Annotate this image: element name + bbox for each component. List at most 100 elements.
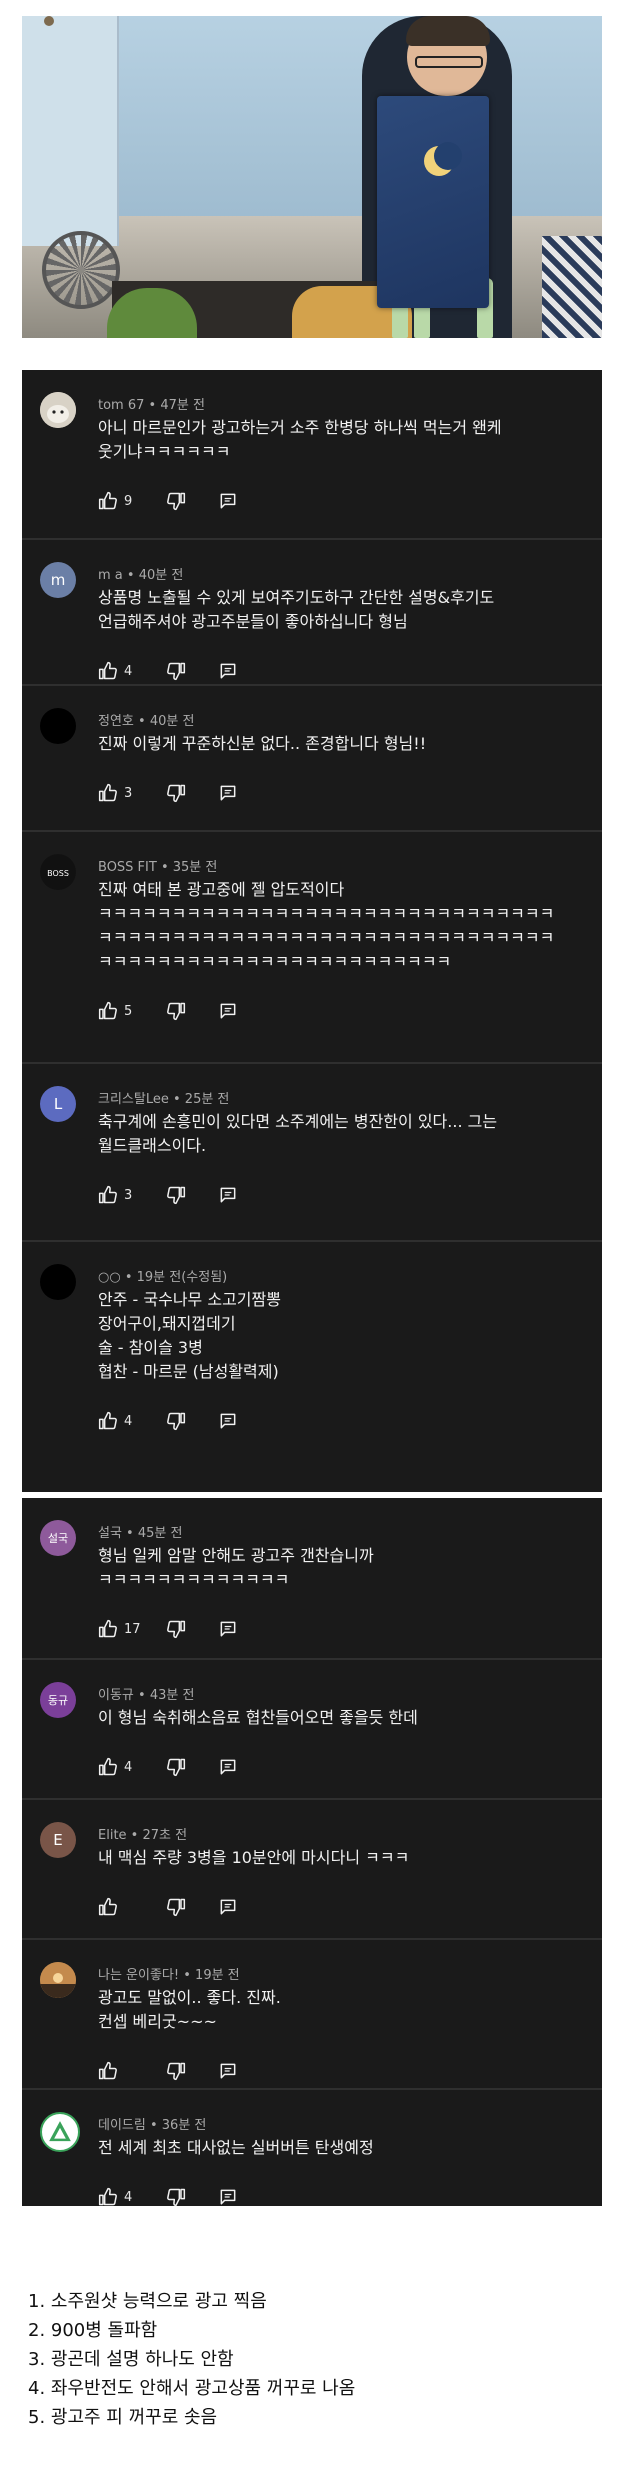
thumbs-up-icon[interactable] — [98, 2187, 118, 2207]
reply-icon[interactable] — [218, 1411, 238, 1431]
reply-icon[interactable] — [218, 783, 238, 803]
reply-icon[interactable] — [218, 1001, 238, 1021]
comment-actions — [98, 2060, 238, 2082]
comment-item: ○○ • 19분 전(수정됨) 안주 - 국수나무 소고기짬뽕 장어구이,돼지껍데… — [22, 1240, 602, 1494]
comment-author[interactable]: ○○ — [98, 1270, 121, 1285]
meta-separator: • — [144, 398, 161, 413]
reply-icon[interactable] — [218, 661, 238, 681]
thumbs-up-icon[interactable] — [98, 783, 118, 803]
notes-list: 1. 소주원샷 능력으로 광고 찍음 2. 900병 돌파함 3. 광곤데 설명… — [28, 2287, 355, 2432]
note-item: 5. 광고주 피 꺼꾸로 솟음 — [28, 2407, 218, 2428]
avatar[interactable]: BOSS — [40, 854, 76, 890]
comment-text: 이 형님 숙취해소음료 협찬들어오면 좋을듯 한데 — [98, 1708, 418, 1727]
reply-icon[interactable] — [218, 1897, 238, 1917]
dog-avatar-icon — [40, 392, 76, 428]
comment-actions: 3 — [98, 1184, 238, 1206]
thumbs-down-icon[interactable] — [166, 1757, 186, 1777]
avatar[interactable] — [40, 1962, 76, 1998]
thumbs-up-icon[interactable] — [98, 2061, 118, 2081]
comment-author[interactable]: 이동규 — [98, 1688, 134, 1703]
reply-icon[interactable] — [218, 2187, 238, 2207]
thumbs-up-icon[interactable] — [98, 1411, 118, 1431]
meta-separator: • — [133, 714, 150, 729]
meta-separator: • — [133, 1688, 150, 1703]
comment-actions: 5 — [98, 1000, 238, 1022]
thumbs-down-icon[interactable] — [166, 1619, 186, 1639]
comment-item: E Elite • 27초 전내 맥심 주량 3병을 10분안에 마시다니 ㅋㅋㅋ — [22, 1798, 602, 1940]
thumbs-down-icon[interactable] — [166, 2187, 186, 2207]
svg-text:BOSS: BOSS — [47, 869, 69, 878]
comment-meta: 크리스탈Lee • 25분 전 — [98, 1088, 229, 1107]
comment-meta: BOSS FIT • 35분 전 — [98, 856, 217, 875]
like-count: 4 — [124, 2189, 133, 2205]
thumbs-up-icon[interactable] — [98, 1619, 118, 1639]
thumbs-down-icon[interactable] — [166, 1001, 186, 1021]
thumbs-down-icon[interactable] — [166, 1185, 186, 1205]
comment-item: 정연호 • 40분 전 진짜 이렇게 꾸준하신분 없다.. 존경합니다 형님!! 3 — [22, 684, 602, 832]
avatar[interactable]: m — [40, 562, 76, 598]
comment-text: 형님 일케 암말 안해도 광고주 갠찬습니까 ㅋㅋㅋㅋㅋㅋㅋㅋㅋㅋㅋㅋㅋ — [98, 1546, 374, 1589]
meta-separator: • — [145, 2118, 162, 2133]
comment-time: 43분 전 — [149, 1688, 195, 1703]
thumbs-up-icon[interactable] — [98, 1757, 118, 1777]
thumbs-down-icon[interactable] — [166, 783, 186, 803]
thumbs-down-icon[interactable] — [166, 491, 186, 511]
reply-icon[interactable] — [218, 491, 238, 511]
avatar[interactable] — [40, 1264, 76, 1300]
note-item: 4. 좌우반전도 안해서 광고상품 꺼꾸로 나옴 — [28, 2378, 356, 2399]
comment-author[interactable]: BOSS FIT — [98, 860, 157, 875]
reply-icon[interactable] — [218, 1619, 238, 1639]
mat — [542, 236, 602, 338]
avatar[interactable]: 설국 — [40, 1520, 76, 1556]
avatar[interactable]: L — [40, 1086, 76, 1122]
reply-icon[interactable] — [218, 1757, 238, 1777]
meta-separator: • — [120, 1270, 137, 1285]
comment-item: tom 67 • 47분 전아니 마르문인가 광고하는거 소주 한병당 하나씩 … — [22, 370, 602, 538]
comment-time: 27초 전 — [142, 1828, 188, 1843]
avatar[interactable]: 동규 — [40, 1682, 76, 1718]
thumbs-down-icon[interactable] — [166, 1897, 186, 1917]
comment-author[interactable]: 정연호 — [98, 714, 134, 729]
bossfit-logo-icon: BOSS — [40, 854, 76, 890]
avatar[interactable]: E — [40, 1822, 76, 1858]
meta-separator: • — [179, 1968, 196, 1983]
thumbs-down-icon[interactable] — [166, 1411, 186, 1431]
note-item: 3. 광곤데 설명 하나도 안함 — [28, 2349, 234, 2370]
comment-item: 설국 설국 • 45분 전 형님 일케 암말 안해도 광고주 갠찬습니까 ㅋㅋㅋㅋㅋ… — [22, 1498, 602, 1658]
comment-item: 나는 운이좋다! • 19분 전 광고도 말없이.. 좋다. 진짜. 컨셉 베리굿… — [22, 1938, 602, 2090]
thumbs-up-icon[interactable] — [98, 491, 118, 511]
comment-author[interactable]: tom 67 — [98, 398, 144, 413]
thumbs-up-icon[interactable] — [98, 1897, 118, 1917]
comment-author[interactable]: 나는 운이좋다! — [98, 1968, 179, 1983]
like-count: 4 — [124, 663, 133, 679]
like-count: 5 — [124, 1003, 133, 1019]
comment-actions: 4 — [98, 1410, 238, 1432]
thumbs-up-icon[interactable] — [98, 661, 118, 681]
reply-icon[interactable] — [218, 1185, 238, 1205]
thumbs-up-icon[interactable] — [98, 1185, 118, 1205]
comment-author[interactable]: 설국 — [98, 1526, 122, 1541]
comment-text: 아니 마르문인가 광고하는거 소주 한병당 하나씩 먹는거 왠케 웃기냐ㅋㅋㅋㅋ… — [98, 418, 502, 461]
video-thumbnail — [22, 16, 602, 338]
comment-actions: 3 — [98, 782, 238, 804]
avatar[interactable] — [40, 392, 76, 428]
meta-separator: • — [168, 1092, 185, 1107]
avatar[interactable] — [40, 2112, 80, 2152]
comment-author[interactable]: 데이드림 — [98, 2118, 146, 2133]
comment-author[interactable]: 크리스탈Lee — [98, 1092, 169, 1107]
thumbs-down-icon[interactable] — [166, 2061, 186, 2081]
comment-text: 안주 - 국수나무 소고기짬뽕 장어구이,돼지껍데기 술 - 참이슬 3병 협찬… — [98, 1290, 281, 1381]
avatar[interactable] — [40, 708, 76, 744]
comment-author[interactable]: m a — [98, 568, 123, 583]
comment-text: 상품명 노출될 수 있게 보여주기도하구 간단한 설명&후기도 언급해주셔야 광… — [98, 588, 495, 631]
avatar-initials: 설국 — [47, 1532, 69, 1545]
reply-icon[interactable] — [218, 2061, 238, 2081]
thumbs-up-icon[interactable] — [98, 1001, 118, 1021]
comment-actions: 4 — [98, 1756, 238, 1778]
comment-text: 내 맥심 주량 3병을 10분안에 마시다니 ㅋㅋㅋ — [98, 1848, 410, 1867]
comment-meta: tom 67 • 47분 전 — [98, 394, 205, 413]
like-count: 4 — [124, 1413, 133, 1429]
comment-author[interactable]: Elite — [98, 1828, 127, 1843]
thumbs-down-icon[interactable] — [166, 661, 186, 681]
comment-text: 광고도 말없이.. 좋다. 진짜. 컨셉 베리굿~~~ — [98, 1988, 281, 2031]
